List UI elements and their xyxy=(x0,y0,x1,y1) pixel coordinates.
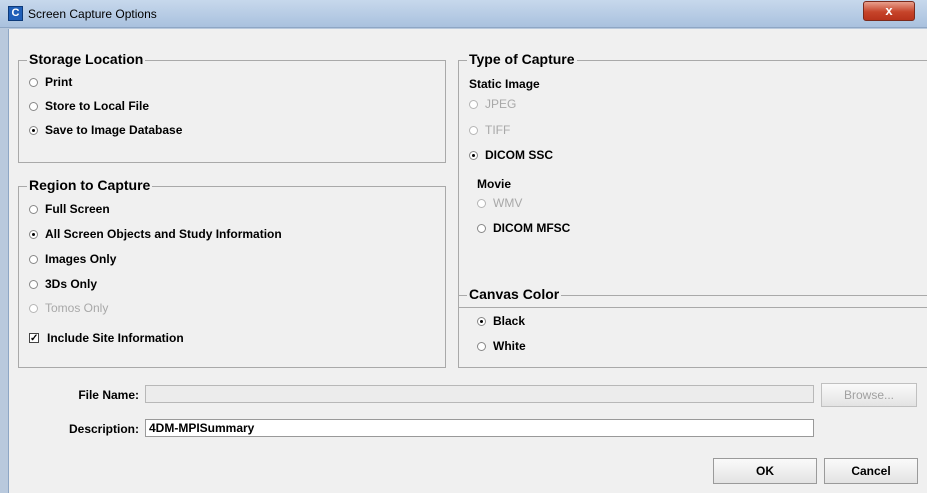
radio-save-image-database-label: Save to Image Database xyxy=(45,123,183,137)
radio-jpeg-label: JPEG xyxy=(485,97,517,111)
canvas-color-group: Canvas Color Black White xyxy=(458,286,927,368)
file-name-input[interactable] xyxy=(145,385,814,403)
radio-icon xyxy=(477,341,486,351)
radio-selected-icon xyxy=(29,125,38,135)
radio-tomos-only: Tomos Only xyxy=(29,300,108,316)
radio-full-screen-label: Full Screen xyxy=(45,202,110,216)
radio-wmv-label: WMV xyxy=(493,196,523,210)
app-icon: C xyxy=(8,6,23,21)
canvas-color-title: Canvas Color xyxy=(467,286,562,302)
radio-icon xyxy=(469,125,478,135)
movie-label: Movie xyxy=(477,177,512,191)
radio-icon xyxy=(29,279,38,289)
radio-icon xyxy=(29,254,38,264)
radio-dicom-mfsc[interactable]: DICOM MFSC xyxy=(477,220,570,236)
radio-tiff-label: TIFF xyxy=(485,123,511,137)
radio-images-only[interactable]: Images Only xyxy=(29,251,116,267)
title-bar: C Screen Capture Options x xyxy=(0,0,927,28)
radio-jpeg: JPEG xyxy=(469,96,516,112)
radio-print-label: Print xyxy=(45,75,73,89)
radio-tomos-only-label: Tomos Only xyxy=(45,301,109,315)
description-input[interactable]: 4DM-MPISummary xyxy=(145,419,814,437)
storage-location-title: Storage Location xyxy=(27,51,146,67)
radio-selected-icon xyxy=(469,150,478,160)
radio-print[interactable]: Print xyxy=(29,74,72,90)
window-title: Screen Capture Options xyxy=(28,7,157,21)
radio-icon xyxy=(469,99,478,109)
description-label: Description: xyxy=(68,422,139,436)
include-site-information-checkbox[interactable]: ✓ Include Site Information xyxy=(29,330,184,346)
radio-images-only-label: Images Only xyxy=(45,252,117,266)
type-of-capture-group: Type of Capture Static Image JPEG TIFF D… xyxy=(458,51,927,308)
radio-icon xyxy=(29,101,38,111)
radio-selected-icon xyxy=(477,316,486,326)
radio-black-label: Black xyxy=(493,314,526,328)
radio-all-screen-objects[interactable]: All Screen Objects and Study Information xyxy=(29,226,282,242)
file-name-label: File Name: xyxy=(78,388,139,402)
close-button[interactable]: x xyxy=(863,1,915,21)
radio-store-local-file-label: Store to Local File xyxy=(45,99,150,113)
radio-white[interactable]: White xyxy=(477,338,526,354)
ok-button[interactable]: OK xyxy=(713,458,817,484)
radio-full-screen[interactable]: Full Screen xyxy=(29,201,110,217)
radio-dicom-ssc-label: DICOM SSC xyxy=(485,148,554,162)
radio-icon xyxy=(29,204,38,214)
static-image-label: Static Image xyxy=(469,77,540,91)
radio-3ds-only[interactable]: 3Ds Only xyxy=(29,276,97,292)
radio-all-screen-objects-label: All Screen Objects and Study Information xyxy=(45,227,282,241)
region-to-capture-group: Region to Capture Full Screen All Screen… xyxy=(18,177,446,368)
radio-dicom-ssc[interactable]: DICOM SSC xyxy=(469,147,553,163)
checkbox-checked-icon: ✓ xyxy=(29,333,39,344)
radio-icon xyxy=(29,303,38,313)
dialog-content: Storage Location Print Store to Local Fi… xyxy=(8,29,927,493)
radio-icon xyxy=(477,198,486,208)
storage-location-group: Storage Location Print Store to Local Fi… xyxy=(18,51,446,163)
radio-selected-icon xyxy=(29,229,38,239)
radio-icon xyxy=(29,77,38,87)
cancel-button[interactable]: Cancel xyxy=(824,458,918,484)
radio-tiff: TIFF xyxy=(469,122,510,138)
radio-icon xyxy=(477,223,486,233)
radio-save-image-database[interactable]: Save to Image Database xyxy=(29,122,182,138)
radio-dicom-mfsc-label: DICOM MFSC xyxy=(493,221,571,235)
region-to-capture-title: Region to Capture xyxy=(27,177,153,193)
browse-button[interactable]: Browse... xyxy=(821,383,917,407)
radio-3ds-only-label: 3Ds Only xyxy=(45,277,98,291)
radio-wmv: WMV xyxy=(477,195,522,211)
include-site-information-label: Include Site Information xyxy=(47,331,184,345)
radio-black[interactable]: Black xyxy=(477,313,525,329)
type-of-capture-title: Type of Capture xyxy=(467,51,577,67)
radio-store-local-file[interactable]: Store to Local File xyxy=(29,98,149,114)
radio-white-label: White xyxy=(493,339,526,353)
